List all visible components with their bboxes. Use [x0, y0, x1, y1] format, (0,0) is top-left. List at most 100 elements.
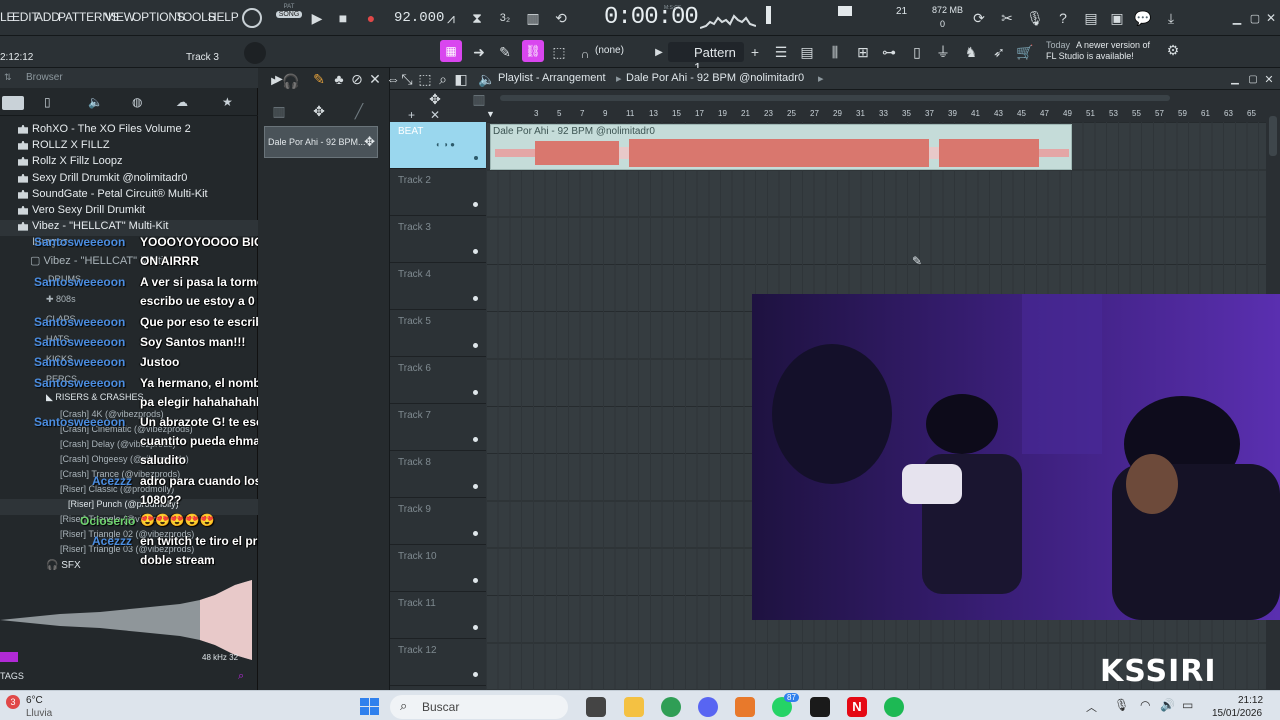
track-record-dot[interactable]	[473, 531, 478, 536]
browser-item[interactable]: [Crash] Cinematic (@vibezprods)	[60, 424, 193, 440]
browser-files-icon[interactable]: ▯	[44, 95, 51, 109]
tags-search-icon[interactable]: ⌕	[238, 670, 244, 683]
bird-icon[interactable]: ➶	[990, 43, 1008, 61]
add-pattern-icon[interactable]: +	[746, 43, 764, 61]
stamp-icon[interactable]: ⬚	[550, 43, 568, 61]
browser-item[interactable]: Sexy Drill Drumkit @nolimitadr0	[18, 172, 187, 188]
pencil-tool-icon[interactable]: ✎	[310, 70, 328, 88]
track-header[interactable]: Track 7	[390, 404, 486, 451]
browser-item[interactable]: ROLLZ X FILLZ	[18, 139, 110, 155]
track-header[interactable]: Track 4	[390, 263, 486, 310]
pl-minimize-icon[interactable]: ▁	[1226, 70, 1244, 88]
browser-item[interactable]: [Riser] Triangle (@vibezprods)	[60, 514, 182, 530]
browser-item[interactable]: ✚ 808s	[46, 294, 76, 310]
piano-icon[interactable]: ▥	[270, 102, 288, 120]
volume-slider[interactable]	[766, 6, 771, 24]
save-icon[interactable]: ▤	[1082, 9, 1100, 27]
browser-item[interactable]: Rollz X Fillz Loopz	[18, 155, 122, 171]
browser-speaker-icon[interactable]: 🔈	[88, 95, 103, 109]
magnet-icon[interactable]: ∩	[576, 45, 594, 63]
volume-icon[interactable]: 🔊	[1160, 698, 1175, 712]
add-track-icon[interactable]: +	[408, 108, 415, 122]
close-icon[interactable]: ✕	[1262, 9, 1280, 27]
master-pitch-icon[interactable]	[838, 6, 852, 16]
taskbar-search[interactable]: ⌕ Buscar	[390, 695, 568, 719]
slice-tool-icon[interactable]: ⤡	[398, 70, 416, 88]
news-text-2[interactable]: FL Studio is available!	[1046, 51, 1134, 61]
track-record-dot[interactable]	[473, 437, 478, 442]
browser-item[interactable]: ▢ Vibez - "HELLCAT" Multi	[30, 254, 163, 270]
weather-temp[interactable]: 6°C	[26, 695, 43, 706]
browser-star-icon[interactable]: ★	[222, 95, 233, 109]
obs-icon[interactable]	[810, 697, 830, 717]
pl-arrow-icon[interactable]: ▶	[270, 70, 288, 88]
browser-item[interactable]: [Crash] 4K (@vibezprods)	[60, 409, 164, 425]
browser-item-selected[interactable]: Vibez - "HELLCAT" Multi-Kit	[0, 220, 258, 236]
record-icon[interactable]: ●	[362, 9, 380, 27]
render-icon[interactable]: ▣	[1108, 9, 1126, 27]
piano-roll-icon[interactable]: ▦	[440, 40, 462, 62]
zoom-move-icon[interactable]: ✥	[426, 90, 444, 108]
mute-tool-icon[interactable]: ✕	[366, 70, 384, 88]
browser-item[interactable]: [Riser] Classic (@prodmolly)	[60, 484, 174, 500]
browser-item[interactable]: CLAPS	[46, 314, 76, 330]
people-icon[interactable]: ♞	[962, 43, 980, 61]
scroll-thumb[interactable]	[1269, 116, 1277, 156]
chat-icon[interactable]: 💬	[1134, 9, 1152, 27]
timeline-ruler[interactable]: ▼ 3 5 7 9 11 13 15 17 19 21 23 25 27 29 …	[486, 108, 1266, 122]
horizontal-scrollbar[interactable]	[500, 95, 1170, 101]
browser-item[interactable]: 🎧 SFX	[46, 560, 81, 576]
track-mute-icon[interactable]: ◐ ◑ ●	[436, 140, 455, 149]
browser-item[interactable]: [Crash] Trance (@vibezprods)	[60, 469, 180, 485]
track-header[interactable]: Track 3	[390, 216, 486, 263]
track-record-dot[interactable]	[474, 156, 478, 160]
track-record-dot[interactable]	[473, 672, 478, 677]
scissors-icon[interactable]: ✂	[998, 9, 1016, 27]
browser-item[interactable]: [Crash] Ohgeesy (@vibezprods)	[60, 454, 189, 470]
track-header[interactable]: Track 9	[390, 498, 486, 545]
wifi-icon[interactable]: ◠	[1140, 698, 1150, 712]
download-icon[interactable]: ⤓	[1162, 9, 1180, 27]
track-header[interactable]: Track 11	[390, 592, 486, 639]
slice-icon[interactable]: ╱	[350, 102, 368, 120]
tempo-display[interactable]: 92.000	[394, 10, 444, 26]
move-icon[interactable]: ✥	[310, 102, 328, 120]
news-text-1[interactable]: A newer version of	[1076, 40, 1150, 50]
audio-clip[interactable]: Dale Por Ahi - 92 BPM @nolimitadr0	[490, 124, 1072, 170]
pl-close-icon[interactable]: ✕	[1260, 70, 1278, 88]
chrome-icon[interactable]	[661, 697, 681, 717]
browser-item[interactable]: SoundGate - Petal Circuit® Multi-Kit	[18, 188, 208, 204]
channel-move-icon[interactable]: ✥	[364, 134, 375, 150]
zoom-tool-icon[interactable]: ⌕	[434, 70, 452, 88]
menu-add[interactable]: ADD	[35, 10, 60, 24]
track-header-beat[interactable]: BEAT ◐ ◑ ●	[390, 122, 486, 169]
browser-item-selected[interactable]: [Riser] Punch (@prodmolly)	[0, 499, 258, 515]
browser-item[interactable]: Vero Sexy Drill Drumkit	[18, 204, 145, 220]
tree-icon[interactable]: ⊶	[880, 43, 898, 61]
browser-item[interactable]: HATS	[46, 334, 69, 350]
browser-item[interactable]: RohXO - The XO Files Volume 2	[18, 123, 191, 139]
battery-icon[interactable]: ▭	[1182, 698, 1193, 712]
wait-icon[interactable]: ⧗	[468, 9, 486, 27]
taskbar-time[interactable]: 21:12	[1238, 695, 1263, 706]
stop-icon[interactable]: ■	[334, 9, 352, 27]
piano-small-icon[interactable]: ▥	[470, 90, 488, 108]
channel-rack-icon[interactable]: ▤	[798, 43, 816, 61]
track-record-dot[interactable]	[473, 249, 478, 254]
menu-help[interactable]: HELP	[208, 10, 239, 24]
playlist-breadcrumb[interactable]: Dale Por Ahi - 92 BPM @nolimitadr0	[626, 72, 804, 84]
browser-item[interactable]: KICKS	[46, 354, 73, 370]
paint-icon[interactable]: ♣	[330, 70, 348, 88]
link-icon[interactable]: ⛓	[522, 40, 544, 62]
browser-item[interactable]: Images	[32, 236, 68, 252]
track-record-dot[interactable]	[473, 296, 478, 301]
browser-item[interactable]: PERCS	[46, 374, 77, 390]
hint-circle-icon[interactable]	[242, 8, 262, 28]
track-record-dot[interactable]	[473, 390, 478, 395]
track-header[interactable]: Track 2	[390, 169, 486, 216]
spotify-icon[interactable]	[884, 697, 904, 717]
step-edit-icon[interactable]: ▥	[524, 9, 542, 27]
speaker-icon[interactable]: 🔈	[478, 70, 496, 88]
master-knob[interactable]	[244, 42, 266, 64]
refresh-icon[interactable]: ⟳	[970, 9, 988, 27]
